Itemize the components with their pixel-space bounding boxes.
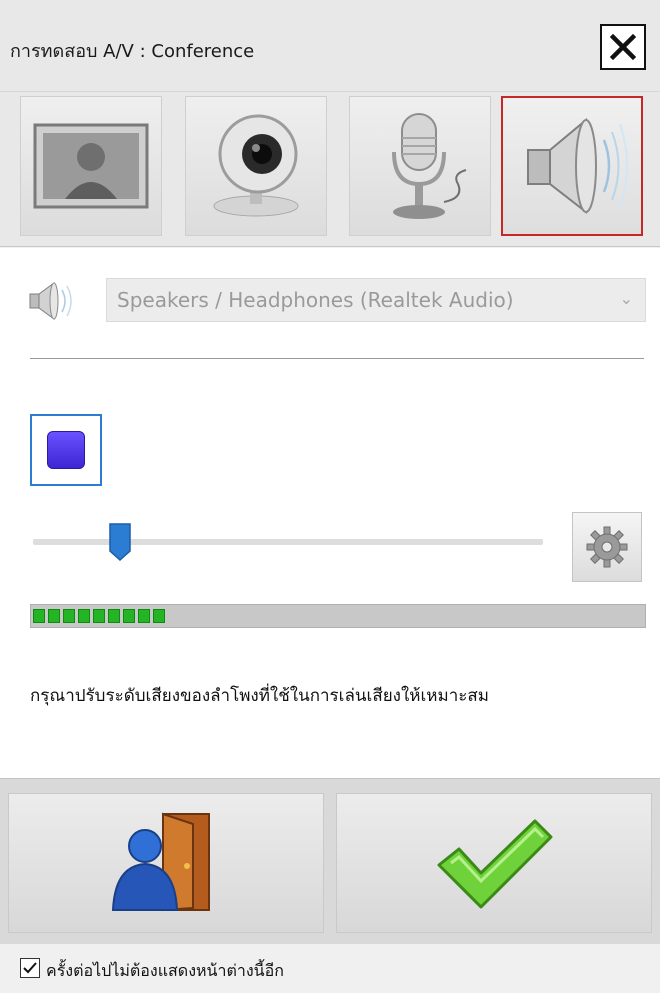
chevron-down-icon: ⌄ [619, 289, 633, 308]
checkmark-icon [23, 962, 37, 974]
audio-level-segment [78, 609, 90, 623]
volume-slider-thumb[interactable] [108, 523, 131, 561]
stop-icon [47, 431, 85, 469]
confirm-button[interactable] [336, 793, 652, 933]
dont-show-again-checkbox[interactable] [20, 958, 40, 978]
audio-level-segment [138, 609, 150, 623]
audio-level-segment [63, 609, 75, 623]
selected-device-label: Speakers / Headphones (Realtek Audio) [117, 288, 514, 312]
title-bar: การทดสอบ A/V : Conference [0, 0, 660, 92]
audio-level-segment [153, 609, 165, 623]
microphone-icon [392, 113, 467, 219]
speaker-icon [29, 282, 72, 320]
output-device-select[interactable]: Speakers / Headphones (Realtek Audio) ⌄ [106, 278, 646, 322]
audio-level-segment [33, 609, 45, 623]
webcam-icon [213, 114, 299, 217]
tab-microphone[interactable] [349, 96, 491, 236]
device-tabs [0, 92, 660, 247]
dont-show-again-label: ครั้งต่อไปไม่ต้องแสดงหน้าต่างนี้อีก [46, 961, 284, 980]
speaker-settings-panel: Speakers / Headphones (Realtek Audio) ⌄ [0, 248, 660, 778]
exit-door-icon [111, 812, 210, 912]
close-button[interactable] [600, 24, 646, 70]
dont-show-again-row: ครั้งต่อไปไม่ต้องแสดงหน้าต่างนี้อีก [0, 944, 660, 993]
audio-level-segment [93, 609, 105, 623]
tab-speaker[interactable] [501, 96, 643, 236]
footer [0, 778, 660, 944]
instruction-text: กรุณาปรับระดับเสียงของลำโพงที่ใช้ในการเล… [30, 686, 489, 706]
tab-video-preview[interactable] [20, 96, 162, 236]
user-photo-icon [33, 123, 149, 209]
tab-webcam[interactable] [185, 96, 327, 236]
checkmark-icon [437, 819, 553, 909]
audio-level-segment [108, 609, 120, 623]
speaker-icon [527, 117, 628, 215]
divider [30, 358, 644, 359]
gear-icon [586, 526, 628, 568]
stop-test-button[interactable] [30, 414, 102, 486]
audio-level-segment [123, 609, 135, 623]
audio-level-fill [33, 609, 165, 623]
settings-button[interactable] [572, 512, 642, 582]
close-icon [609, 33, 637, 61]
device-row: Speakers / Headphones (Realtek Audio) ⌄ [24, 278, 646, 322]
window-title: การทดสอบ A/V : Conference [10, 41, 255, 62]
audio-level-segment [48, 609, 60, 623]
audio-level-meter [30, 604, 646, 628]
exit-button[interactable] [8, 793, 324, 933]
